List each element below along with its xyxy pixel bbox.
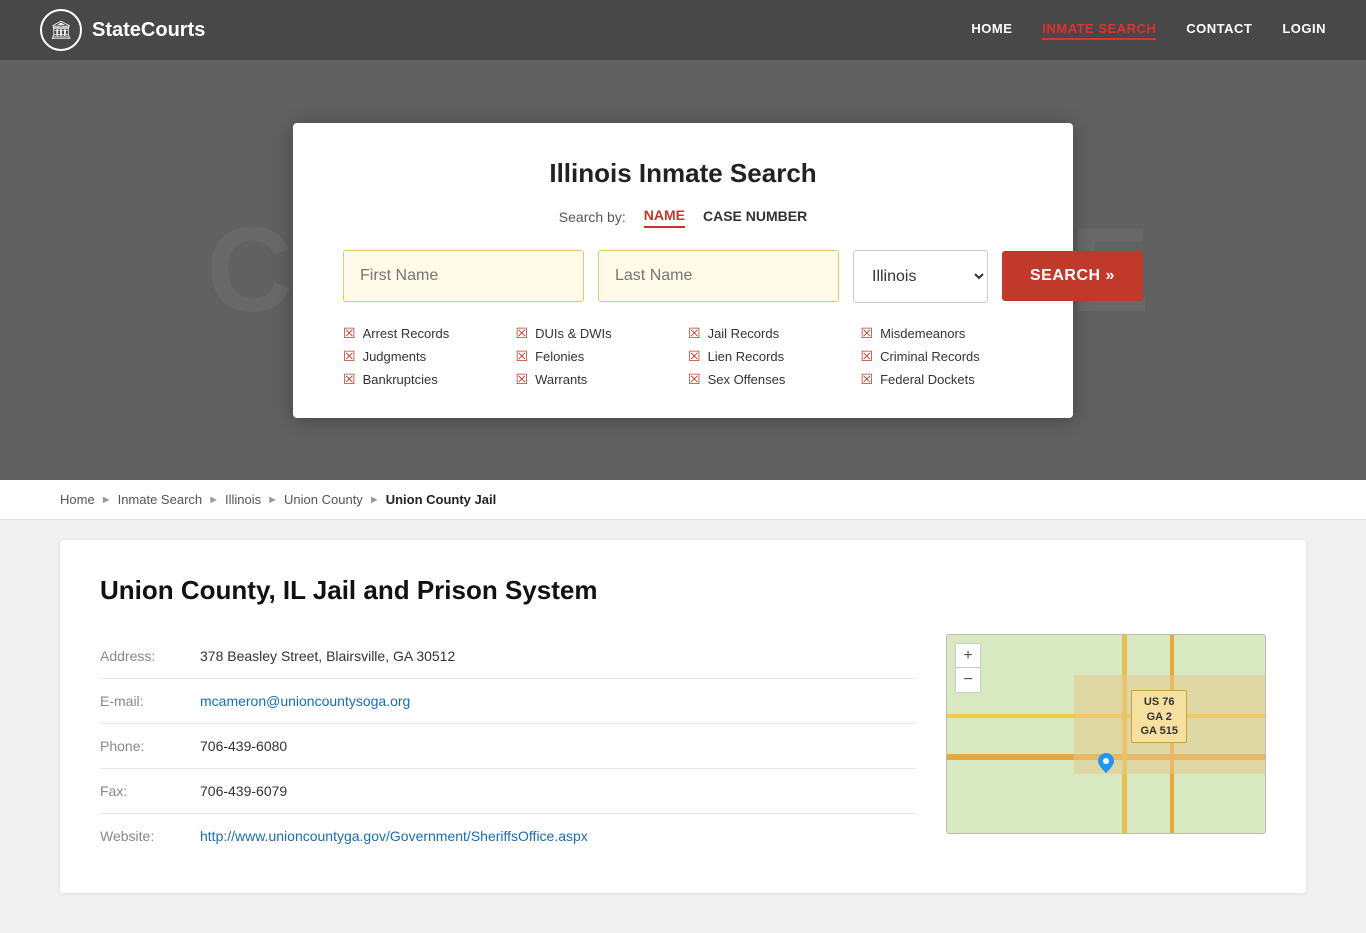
check-label-judgments: Judgments xyxy=(363,349,427,364)
check-lien-records: ☒ Lien Records xyxy=(688,348,851,365)
check-label-sex-offenses: Sex Offenses xyxy=(708,372,786,387)
check-label-criminal: Criminal Records xyxy=(880,349,980,364)
map-pin xyxy=(1098,753,1114,773)
logo-icon: 🏛 xyxy=(40,9,82,51)
website-link[interactable]: http://www.unioncountyga.gov/Government/… xyxy=(200,828,588,844)
nav-home[interactable]: HOME xyxy=(971,21,1012,40)
search-inputs: Illinois Alabama Alaska Arizona Arkansas… xyxy=(343,250,1023,303)
check-icon-federal: ☒ xyxy=(861,371,874,388)
phone-value: 706-439-6080 xyxy=(200,738,916,754)
main-content: Union County, IL Jail and Prison System … xyxy=(0,520,1366,933)
search-title: Illinois Inmate Search xyxy=(343,158,1023,189)
check-icon-criminal: ☒ xyxy=(861,348,874,365)
check-icon-bankruptcies: ☒ xyxy=(343,371,356,388)
nav-contact[interactable]: CONTACT xyxy=(1186,21,1252,40)
map-road-label: US 76GA 2GA 515 xyxy=(1131,690,1187,743)
info-section: Address: 378 Beasley Street, Blairsville… xyxy=(100,634,916,858)
breadcrumb-illinois[interactable]: Illinois xyxy=(225,492,261,507)
email-link[interactable]: mcameron@unioncountysoga.org xyxy=(200,693,410,709)
check-label-bankruptcies: Bankruptcies xyxy=(363,372,438,387)
nav-login[interactable]: LOGIN xyxy=(1282,21,1326,40)
check-icon-sex-offenses: ☒ xyxy=(688,371,701,388)
nav-inmate-search[interactable]: INMATE SEARCH xyxy=(1042,21,1156,40)
breadcrumb-current: Union County Jail xyxy=(386,492,497,507)
site-name: StateCourts xyxy=(92,19,205,42)
tab-case-number[interactable]: CASE NUMBER xyxy=(703,208,807,227)
tab-name[interactable]: NAME xyxy=(644,207,685,228)
check-label-warrants: Warrants xyxy=(535,372,587,387)
check-arrest-records: ☒ Arrest Records xyxy=(343,325,506,342)
check-jail-records: ☒ Jail Records xyxy=(688,325,851,342)
check-label-felonies: Felonies xyxy=(535,349,584,364)
website-value: http://www.unioncountyga.gov/Government/… xyxy=(200,828,916,844)
hero-section: COURTHOUSE Illinois Inmate Search Search… xyxy=(0,60,1366,480)
main-nav: HOME INMATE SEARCH CONTACT LOGIN xyxy=(971,21,1326,40)
check-icon-lien: ☒ xyxy=(688,348,701,365)
breadcrumb: Home ► Inmate Search ► Illinois ► Union … xyxy=(0,480,1366,520)
fax-label: Fax: xyxy=(100,783,180,799)
email-row: E-mail: mcameron@unioncountysoga.org xyxy=(100,679,916,724)
fax-value: 706-439-6079 xyxy=(200,783,916,799)
search-by-row: Search by: NAME CASE NUMBER xyxy=(343,207,1023,228)
email-label: E-mail: xyxy=(100,693,180,709)
facility-card: Union County, IL Jail and Prison System … xyxy=(60,540,1306,893)
site-logo[interactable]: 🏛 StateCourts xyxy=(40,9,205,51)
phone-row: Phone: 706-439-6080 xyxy=(100,724,916,769)
map-zoom-controls: + − xyxy=(955,643,981,693)
breadcrumb-sep-1: ► xyxy=(101,494,112,506)
check-icon-duis: ☒ xyxy=(516,325,529,342)
breadcrumb-inmate-search[interactable]: Inmate Search xyxy=(118,492,203,507)
search-by-label: Search by: xyxy=(559,209,626,225)
website-label: Website: xyxy=(100,828,180,844)
check-label-lien: Lien Records xyxy=(708,349,785,364)
breadcrumb-sep-4: ► xyxy=(369,494,380,506)
check-judgments: ☒ Judgments xyxy=(343,348,506,365)
check-icon-judgments: ☒ xyxy=(343,348,356,365)
search-button[interactable]: SEARCH » xyxy=(1002,251,1143,301)
checks-grid: ☒ Arrest Records ☒ DUIs & DWIs ☒ Jail Re… xyxy=(343,325,1023,388)
check-felonies: ☒ Felonies xyxy=(516,348,679,365)
map-section: US 76GA 2GA 515 + − xyxy=(946,634,1266,834)
check-icon-jail: ☒ xyxy=(688,325,701,342)
check-warrants: ☒ Warrants xyxy=(516,371,679,388)
check-icon-arrest: ☒ xyxy=(343,325,356,342)
map-zoom-in[interactable]: + xyxy=(956,644,980,668)
breadcrumb-union-county[interactable]: Union County xyxy=(284,492,363,507)
check-duis: ☒ DUIs & DWIs xyxy=(516,325,679,342)
website-row: Website: http://www.unioncountyga.gov/Go… xyxy=(100,814,916,858)
address-value: 378 Beasley Street, Blairsville, GA 3051… xyxy=(200,648,916,664)
last-name-input[interactable] xyxy=(598,250,839,302)
check-label-jail: Jail Records xyxy=(708,326,780,341)
check-bankruptcies: ☒ Bankruptcies xyxy=(343,371,506,388)
check-icon-misdemeanors: ☒ xyxy=(861,325,874,342)
check-misdemeanors: ☒ Misdemeanors xyxy=(861,325,1024,342)
check-icon-felonies: ☒ xyxy=(516,348,529,365)
search-card: Illinois Inmate Search Search by: NAME C… xyxy=(293,123,1073,418)
breadcrumb-sep-2: ► xyxy=(208,494,219,506)
state-select[interactable]: Illinois Alabama Alaska Arizona Arkansas… xyxy=(853,250,988,303)
address-row: Address: 378 Beasley Street, Blairsville… xyxy=(100,634,916,679)
phone-label: Phone: xyxy=(100,738,180,754)
fax-row: Fax: 706-439-6079 xyxy=(100,769,916,814)
facility-title: Union County, IL Jail and Prison System xyxy=(100,575,1266,606)
check-label-duis: DUIs & DWIs xyxy=(535,326,612,341)
breadcrumb-sep-3: ► xyxy=(267,494,278,506)
check-sex-offenses: ☒ Sex Offenses xyxy=(688,371,851,388)
address-label: Address: xyxy=(100,648,180,664)
check-icon-warrants: ☒ xyxy=(516,371,529,388)
check-criminal-records: ☒ Criminal Records xyxy=(861,348,1024,365)
breadcrumb-home[interactable]: Home xyxy=(60,492,95,507)
site-header: 🏛 StateCourts HOME INMATE SEARCH CONTACT… xyxy=(0,0,1366,60)
check-federal-dockets: ☒ Federal Dockets xyxy=(861,371,1024,388)
first-name-input[interactable] xyxy=(343,250,584,302)
email-value: mcameron@unioncountysoga.org xyxy=(200,693,916,709)
check-label-federal: Federal Dockets xyxy=(880,372,975,387)
check-label-arrest: Arrest Records xyxy=(363,326,450,341)
check-label-misdemeanors: Misdemeanors xyxy=(880,326,965,341)
map-placeholder[interactable]: US 76GA 2GA 515 + − xyxy=(946,634,1266,834)
map-zoom-out[interactable]: − xyxy=(956,668,980,692)
content-body: Address: 378 Beasley Street, Blairsville… xyxy=(100,634,1266,858)
